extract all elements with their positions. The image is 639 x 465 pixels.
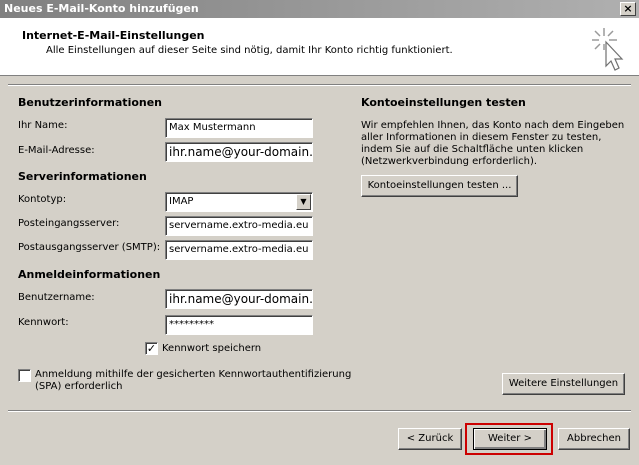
email-field[interactable]: ihr.name@your-domain.co (165, 142, 313, 162)
save-password-label: Kennwort speichern (162, 343, 262, 354)
password-label: Kennwort: (18, 317, 69, 328)
page-title: Internet-E-Mail-Einstellungen (22, 29, 205, 42)
page-subtitle: Alle Einstellungen auf dieser Seite sind… (46, 45, 453, 56)
account-type-value: IMAP (169, 196, 194, 207)
incoming-server-field[interactable]: servername.extro-media.eu (165, 216, 313, 236)
close-icon[interactable]: × (620, 2, 636, 16)
outgoing-server-field[interactable]: servername.extro-media.eu (165, 240, 313, 260)
username-field[interactable]: ihr.name@your-domain.co (165, 289, 313, 309)
test-account-button[interactable]: Kontoeinstellungen testen ... (361, 175, 518, 197)
save-password-checkbox[interactable]: ✓ (145, 342, 158, 355)
back-button[interactable]: < Zurück (398, 428, 462, 450)
section-test-settings: Kontoeinstellungen testen (361, 96, 526, 109)
password-field[interactable]: ********* (165, 315, 313, 335)
spa-checkbox[interactable] (18, 369, 31, 382)
window-title: Neues E-Mail-Konto hinzufügen (4, 2, 199, 15)
section-login-info: Anmeldeinformationen (18, 268, 161, 281)
section-server-info: Serverinformationen (18, 170, 147, 183)
username-label: Benutzername: (18, 292, 95, 303)
cancel-button[interactable]: Abbrechen (558, 428, 630, 450)
account-type-select[interactable]: IMAP ▼ (165, 192, 313, 212)
section-user-info: Benutzerinformationen (18, 96, 163, 109)
name-label: Ihr Name: (18, 120, 68, 131)
test-description: Wir empfehlen Ihnen, das Konto nach dem … (361, 120, 625, 167)
top-separator (8, 84, 631, 86)
next-button[interactable]: Weiter > (473, 428, 547, 450)
chevron-down-icon[interactable]: ▼ (296, 194, 311, 210)
wizard-header: Internet-E-Mail-Einstellungen Alle Einst… (0, 18, 639, 76)
footer-separator (8, 410, 631, 412)
more-settings-button[interactable]: Weitere Einstellungen (502, 373, 625, 395)
title-bar: Neues E-Mail-Konto hinzufügen × (0, 0, 639, 18)
incoming-server-label: Posteingangsserver: (18, 218, 120, 229)
wizard-cursor-icon (592, 28, 624, 71)
account-type-label: Kontotyp: (18, 194, 67, 205)
outgoing-server-label: Postausgangsserver (SMTP): (18, 242, 161, 253)
spa-label: Anmeldung mithilfe der gesicherten Kennw… (35, 369, 352, 392)
name-field[interactable]: Max Mustermann (165, 118, 313, 138)
email-label: E-Mail-Adresse: (18, 145, 95, 156)
